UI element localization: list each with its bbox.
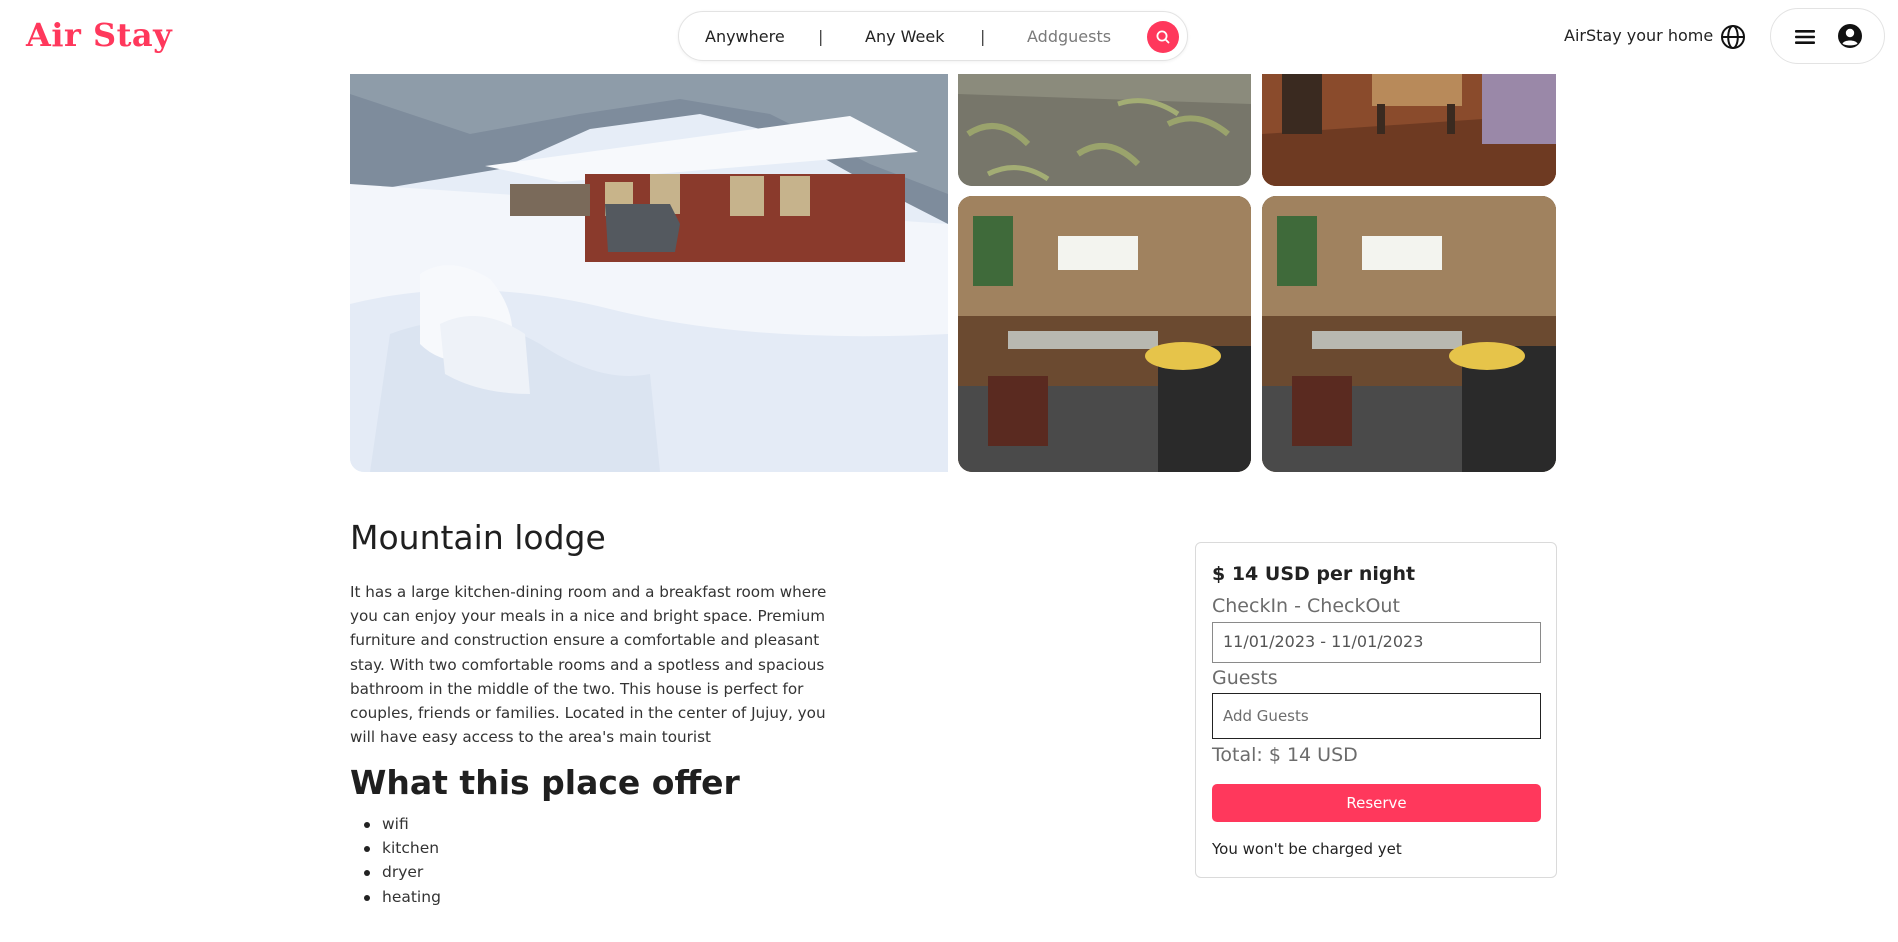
search-icon bbox=[1156, 30, 1170, 44]
user-menu-button[interactable] bbox=[1770, 8, 1885, 64]
price-per-night: $ 14 USD per night bbox=[1212, 563, 1416, 585]
listing-description: It has a large kitchen-dining room and a… bbox=[350, 583, 827, 747]
search-button[interactable] bbox=[1147, 21, 1179, 53]
user-avatar-icon bbox=[1838, 24, 1862, 48]
checkin-checkout-label: CheckIn - CheckOut bbox=[1212, 595, 1400, 617]
search-dates[interactable]: Any Week bbox=[865, 27, 944, 46]
hamburger-menu-icon bbox=[1795, 30, 1815, 44]
search-guests[interactable]: Addguests bbox=[1027, 27, 1111, 46]
search-separator: | bbox=[980, 27, 986, 46]
main-photo-snowy-cabin[interactable] bbox=[350, 74, 948, 472]
listing-title: Mountain lodge bbox=[350, 518, 606, 557]
airstay-logo[interactable]: Air Stay bbox=[26, 16, 172, 54]
offer-item-dryer: dryer bbox=[364, 860, 441, 884]
not-charged-note: You won't be charged yet bbox=[1212, 840, 1402, 858]
offer-item-heating: heating bbox=[364, 885, 441, 909]
search-separator: | bbox=[818, 27, 824, 46]
search-location[interactable]: Anywhere bbox=[705, 27, 785, 46]
total-price: Total: $ 14 USD bbox=[1212, 744, 1358, 766]
date-range-input[interactable]: 11/01/2023 - 11/01/2023 bbox=[1212, 622, 1541, 663]
globe-icon[interactable] bbox=[1720, 24, 1746, 50]
search-bar[interactable]: Anywhere | Any Week | Addguests bbox=[678, 11, 1188, 61]
photo-grassy-ground[interactable] bbox=[958, 74, 1251, 186]
top-navbar: Air Stay Anywhere | Any Week | Addguests… bbox=[0, 0, 1898, 74]
reserve-button[interactable]: Reserve bbox=[1212, 784, 1541, 822]
booking-card: $ 14 USD per night CheckIn - CheckOut 11… bbox=[1195, 542, 1557, 878]
guests-label: Guests bbox=[1212, 667, 1278, 689]
photo-kitchen-1[interactable] bbox=[958, 196, 1251, 472]
photo-kitchen-2[interactable] bbox=[1262, 196, 1556, 472]
offers-heading: What this place offer bbox=[350, 763, 740, 802]
offer-item-wifi: wifi bbox=[364, 812, 441, 836]
offer-item-kitchen: kitchen bbox=[364, 836, 441, 860]
guests-input[interactable] bbox=[1212, 693, 1541, 739]
airstay-your-home-link[interactable]: AirStay your home bbox=[1564, 26, 1713, 45]
offers-list: wifi kitchen dryer heating bbox=[364, 812, 441, 909]
photo-dining-room[interactable] bbox=[1262, 74, 1556, 186]
photo-gallery bbox=[350, 74, 1556, 472]
